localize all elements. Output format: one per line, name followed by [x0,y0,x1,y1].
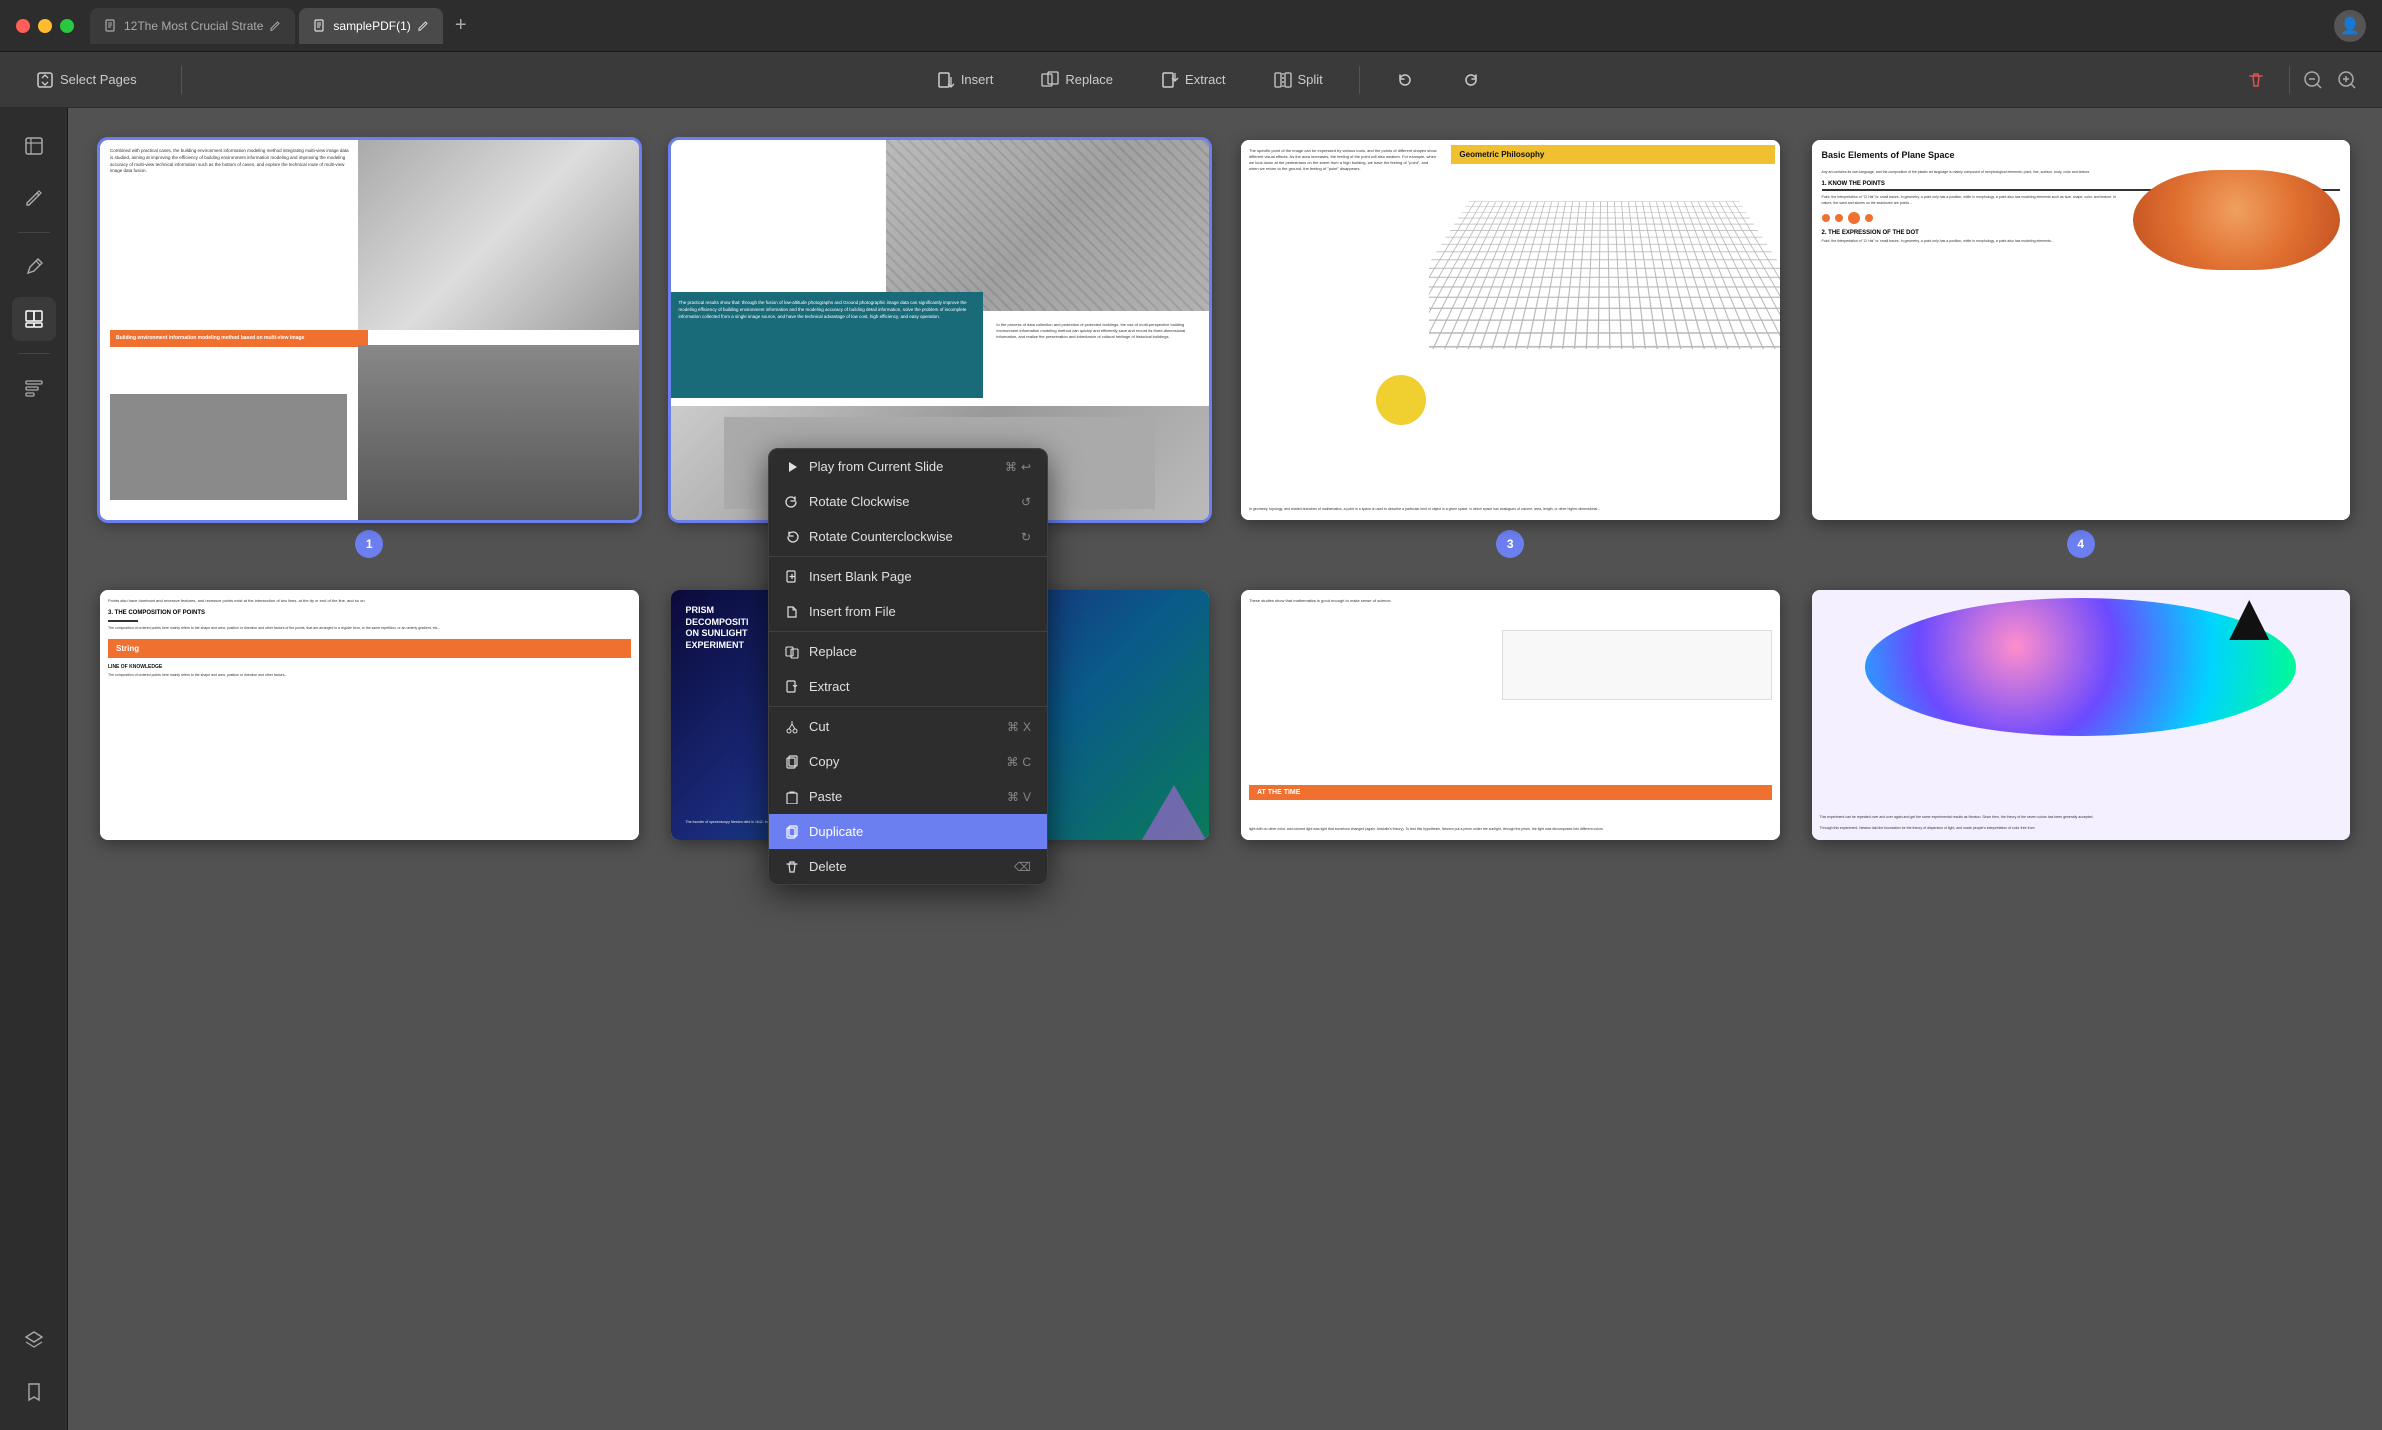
edit-icon [269,20,281,32]
maximize-button[interactable] [60,19,74,33]
sidebar-organize-icon[interactable] [12,366,56,410]
zoom-out-icon [2302,69,2324,91]
tab2-label: samplePDF(1) [333,19,410,33]
play-icon [785,460,799,474]
page-item-5: Points also have dominant and recessve f… [100,590,639,840]
insert-button[interactable]: Insert [925,65,1006,95]
page-item-7: These studies show that mathematics is g… [1241,590,1780,840]
replace-button[interactable]: Replace [1029,65,1125,95]
sidebar-bottom [12,1318,56,1414]
page-number-4: 4 [2067,530,2095,558]
select-pages-icon [36,71,54,89]
sidebar-annotate-icon[interactable] [12,245,56,289]
menu-item-copy[interactable]: Copy ⌘C [769,744,1047,779]
page-thumbnail-5[interactable]: Points also have dominant and recessve f… [100,590,639,840]
menu-item-paste[interactable]: Paste ⌘V [769,779,1047,814]
sidebar-edit-icon[interactable] [12,176,56,220]
menu-item-cut[interactable]: Cut ⌘X [769,709,1047,744]
delete-menu-icon [785,860,799,874]
rotate-right-icon [1462,71,1480,89]
toolbar-separator-2 [1359,66,1360,94]
add-tab-button[interactable]: + [447,12,475,40]
page-number-3: 3 [1496,530,1524,558]
sidebar-divider-1 [18,232,50,233]
page-item-8: This experiment can be repeated over and… [1812,590,2351,840]
extract-icon [1161,71,1179,89]
page-thumbnail-7[interactable]: These studies show that mathematics is g… [1241,590,1780,840]
page-item-1: Combined with practical cases, the build… [100,140,639,558]
blank-page-icon [785,570,799,584]
copy-icon [785,755,799,769]
main-container: Combined with practical cases, the build… [0,108,2382,1430]
insert-file-icon [785,605,799,619]
replace-menu-icon [785,645,799,659]
select-pages-button[interactable]: Select Pages [24,65,149,95]
menu-item-play[interactable]: Play from Current Slide ⌘↩ [769,449,1047,484]
page-item-4: Basic Elements of Plane Space Any art co… [1812,140,2351,558]
pdf-icon-2 [313,19,327,33]
insert-icon [937,71,955,89]
toolbar-separator-1 [181,66,182,94]
extract-menu-icon [785,680,799,694]
page-item-3: Geometric Philosophy The specific point … [1241,140,1780,558]
toolbar-right [2235,65,2358,95]
sidebar-bookmark-icon[interactable] [12,1370,56,1414]
pdf-icon [104,19,118,33]
minimize-button[interactable] [38,19,52,33]
trash-icon [2247,71,2265,89]
page-thumbnail-8[interactable]: This experiment can be repeated over and… [1812,590,2351,840]
tab-inactive-1[interactable]: 12The Most Crucial Strate [90,8,295,44]
menu-item-extract[interactable]: Extract [769,669,1047,704]
split-button[interactable]: Split [1262,65,1335,95]
tab1-label: 12The Most Crucial Strate [124,19,263,33]
rotate-cw-icon [785,495,799,509]
menu-divider-3 [769,706,1047,707]
split-icon [1274,71,1292,89]
page-number-1: 1 [355,530,383,558]
page-thumbnail-1[interactable]: Combined with practical cases, the build… [100,140,639,520]
extract-button[interactable]: Extract [1149,65,1237,95]
sidebar-layers-icon[interactable] [12,1318,56,1362]
titlebar: 12The Most Crucial Strate samplePDF(1) +… [0,0,2382,52]
toolbar-separator-3 [2289,66,2290,94]
traffic-lights [16,19,74,33]
left-sidebar [0,108,68,1430]
edit-icon-2 [417,20,429,32]
sidebar-select-icon[interactable] [12,124,56,168]
rotate-right-button[interactable] [1450,65,1492,95]
menu-item-insert-file[interactable]: Insert from File [769,594,1047,629]
page-thumbnail-4[interactable]: Basic Elements of Plane Space Any art co… [1812,140,2351,520]
page-thumbnail-3[interactable]: Geometric Philosophy The specific point … [1241,140,1780,520]
toolbar: Select Pages Insert Replace Ext [0,52,2382,108]
paste-icon [785,790,799,804]
user-avatar: 👤 [2334,10,2366,42]
menu-item-replace[interactable]: Replace [769,634,1047,669]
zoom-out-button[interactable] [2302,69,2324,91]
menu-item-rotate-cw[interactable]: Rotate Clockwise ↺ [769,484,1047,519]
toolbar-left: Select Pages [24,65,149,95]
content-area[interactable]: Combined with practical cases, the build… [68,108,2382,1430]
close-button[interactable] [16,19,30,33]
toolbar-center: Insert Replace Extract Split [214,65,2203,95]
rotate-ccw-icon [785,530,799,544]
zoom-in-icon [2336,69,2358,91]
sidebar-divider-2 [18,353,50,354]
cut-icon [785,720,799,734]
replace-icon [1041,71,1059,89]
menu-divider-2 [769,631,1047,632]
pages-grid: Combined with practical cases, the build… [92,132,2358,848]
rotate-left-icon [1396,71,1414,89]
rotate-left-button[interactable] [1384,65,1426,95]
delete-button[interactable] [2235,65,2277,95]
context-menu: Play from Current Slide ⌘↩ Rotate Clockw… [768,448,1048,885]
menu-divider-1 [769,556,1047,557]
tab-active-2[interactable]: samplePDF(1) [299,8,442,44]
menu-item-duplicate[interactable]: Duplicate [769,814,1047,849]
duplicate-icon [785,825,799,839]
menu-item-delete[interactable]: Delete ⌫ [769,849,1047,884]
menu-item-rotate-ccw[interactable]: Rotate Counterclockwise ↻ [769,519,1047,554]
sidebar-pages-icon[interactable] [12,297,56,341]
menu-item-insert-blank[interactable]: Insert Blank Page [769,559,1047,594]
zoom-in-button[interactable] [2336,69,2358,91]
